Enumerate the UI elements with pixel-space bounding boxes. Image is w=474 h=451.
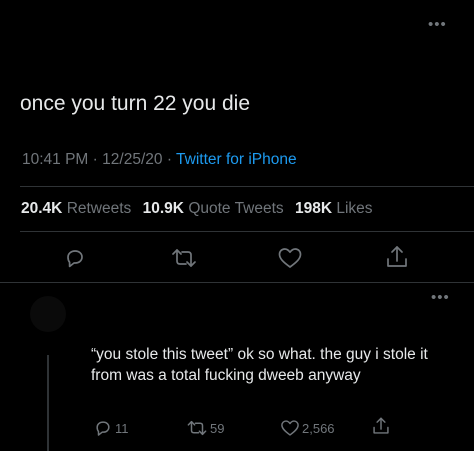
more-options-icon[interactable]: •••	[428, 17, 447, 32]
reply-icon	[96, 421, 110, 436]
like-icon[interactable]	[277, 246, 303, 270]
tweet-source-link[interactable]: Twitter for iPhone	[176, 151, 297, 168]
divider	[20, 231, 474, 232]
quote-tweets-label: Quote Tweets	[188, 200, 284, 217]
retweet-icon[interactable]	[170, 246, 198, 270]
reply-text: “you stole this tweet” ok so what. the g…	[91, 346, 428, 384]
likes-stat[interactable]: 198K Likes	[295, 200, 373, 217]
reply-count: 11	[115, 420, 129, 436]
tweet-text: once you turn 22 you die	[20, 92, 250, 115]
reply-icon[interactable]	[63, 246, 87, 270]
more-options-icon[interactable]: •••	[431, 290, 450, 305]
tweet-time: 10:41 PM	[22, 151, 89, 168]
divider	[20, 186, 474, 187]
likes-label: Likes	[336, 200, 373, 217]
meta-separator: ·	[166, 151, 172, 168]
reply-reply-button[interactable]: 11	[93, 418, 129, 438]
like-icon	[281, 420, 299, 436]
divider	[0, 282, 474, 283]
retweet-icon	[187, 420, 207, 436]
retweets-label: Retweets	[66, 200, 132, 217]
reply-retweet-button[interactable]: 59	[186, 418, 224, 438]
quote-tweets-stat[interactable]: 10.9K Quote Tweets	[143, 200, 284, 217]
tweet-stats: 20.4K Retweets 10.9K Quote Tweets 198K L…	[21, 200, 373, 218]
like-count: 2,566	[302, 420, 335, 436]
thread-line	[47, 355, 49, 451]
reply-like-button[interactable]: 2,566	[280, 418, 335, 438]
likes-count: 198K	[294, 200, 333, 217]
tweet-date: 12/25/20	[102, 151, 163, 168]
share-icon	[373, 417, 389, 434]
quote-tweets-count: 10.9K	[142, 200, 184, 217]
avatar[interactable]	[30, 296, 66, 332]
share-icon[interactable]	[384, 244, 410, 270]
tweet-meta: 10:41 PM · 12/25/20 · Twitter for iPhone	[22, 151, 297, 169]
meta-separator: ·	[92, 151, 98, 168]
retweets-count: 20.4K	[21, 200, 63, 217]
retweet-count: 59	[210, 420, 225, 436]
reply-share-button[interactable]	[371, 415, 391, 437]
retweets-stat[interactable]: 20.4K Retweets	[21, 200, 131, 217]
